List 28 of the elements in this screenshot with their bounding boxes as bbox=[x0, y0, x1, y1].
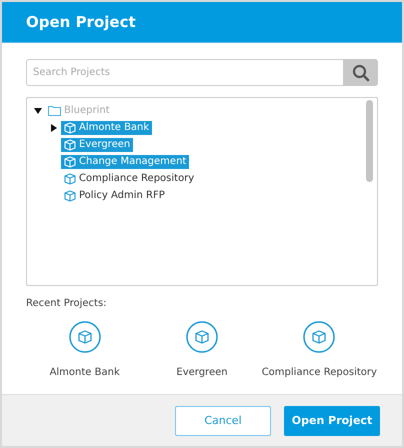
cube-icon bbox=[64, 138, 76, 151]
tree-item[interactable]: Evergreen bbox=[61, 138, 134, 152]
recent-project[interactable]: Evergreen bbox=[143, 321, 261, 378]
recent-project[interactable]: Almonte Bank bbox=[26, 321, 144, 378]
cube-icon bbox=[64, 122, 76, 134]
cancel-button[interactable]: Cancel bbox=[175, 406, 271, 436]
recent-project[interactable]: Compliance Repository bbox=[260, 321, 378, 378]
folder-icon bbox=[48, 105, 61, 116]
open-project-button[interactable]: Open Project bbox=[284, 406, 380, 436]
tree-item[interactable]: Blueprint bbox=[45, 104, 113, 118]
dialog-title: Open Project bbox=[26, 13, 136, 32]
search-button[interactable] bbox=[343, 59, 378, 86]
cube-icon bbox=[303, 321, 336, 354]
cube-icon bbox=[64, 172, 76, 185]
collapsed-arrow-icon[interactable] bbox=[50, 124, 58, 132]
search-field[interactable]: Search Projects bbox=[26, 59, 343, 86]
tree-item[interactable]: Compliance Repository bbox=[61, 172, 198, 186]
expanded-arrow-icon[interactable] bbox=[34, 106, 42, 115]
cube-icon bbox=[68, 321, 101, 354]
tree-item[interactable]: Almonte Bank bbox=[61, 120, 152, 135]
cube-icon bbox=[64, 156, 76, 168]
cube-icon bbox=[186, 321, 218, 354]
tree-item[interactable]: Policy Admin RFP bbox=[61, 188, 168, 203]
search-icon bbox=[352, 64, 370, 82]
cube-icon bbox=[64, 190, 76, 202]
tree-item[interactable]: Change Management bbox=[61, 154, 190, 169]
scrollbar-thumb[interactable] bbox=[366, 100, 372, 182]
recent-projects-label: Recent Projects: bbox=[26, 298, 108, 310]
